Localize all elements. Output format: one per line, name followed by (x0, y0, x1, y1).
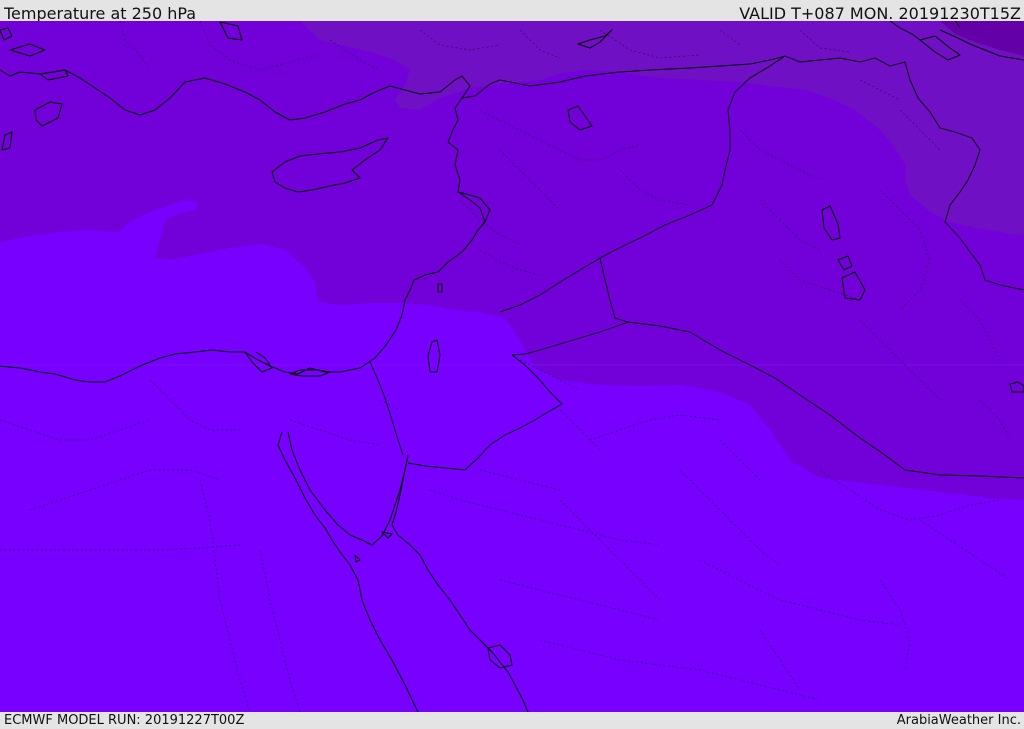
credit: ArabiaWeather Inc. (896, 713, 1021, 728)
model-run: ECMWF MODEL RUN: 20191227T00Z (4, 713, 245, 728)
map-header: Temperature at 250 hPa VALID T+087 MON. … (0, 0, 1024, 23)
map-footer: ECMWF MODEL RUN: 20191227T00Z ArabiaWeat… (0, 712, 1024, 729)
temperature-map[interactable] (0, 21, 1024, 712)
weather-map-page: Temperature at 250 hPa VALID T+087 MON. … (0, 0, 1024, 729)
map-canvas (0, 21, 1024, 712)
